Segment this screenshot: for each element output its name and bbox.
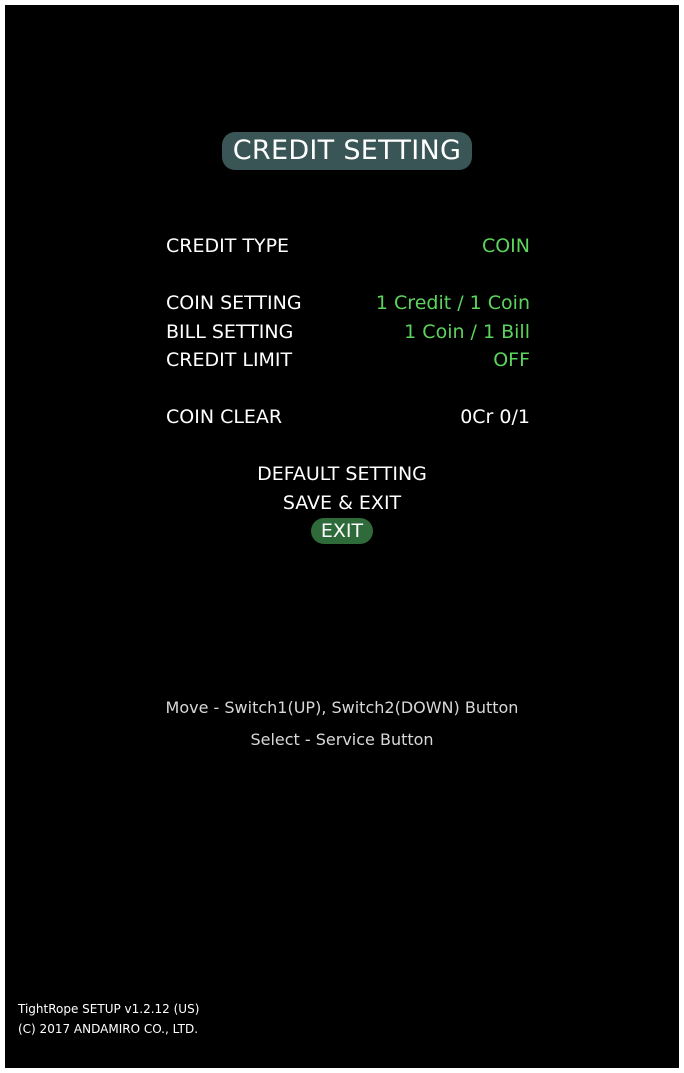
setting-row-bill-setting[interactable]: BILL SETTING 1 Coin / 1 Bill (166, 318, 530, 346)
save-exit-button[interactable]: SAVE & EXIT (5, 489, 679, 517)
setting-row-coin-setting[interactable]: COIN SETTING 1 Credit / 1 Coin (166, 289, 530, 317)
setting-value: 0Cr 0/1 (460, 406, 530, 428)
help-select-text: Select - Service Button (250, 730, 434, 749)
setting-row-coin-clear[interactable]: COIN CLEAR 0Cr 0/1 (166, 403, 530, 431)
help-move-text: Move - Switch1(UP), Switch2(DOWN) Button (165, 698, 519, 717)
setting-label: COIN CLEAR (166, 406, 283, 428)
setting-label: BILL SETTING (166, 321, 294, 343)
exit-button[interactable]: EXIT (310, 518, 374, 544)
default-setting-button[interactable]: DEFAULT SETTING (5, 460, 679, 488)
setting-label: CREDIT LIMIT (166, 349, 293, 371)
version-text: TightRope SETUP v1.2.12 (US) (18, 1002, 200, 1016)
setting-row-credit-type[interactable]: CREDIT TYPE COIN (166, 232, 530, 260)
copyright-text: (C) 2017 ANDAMIRO CO., LTD. (18, 1022, 199, 1036)
page-title: CREDIT SETTING (222, 132, 472, 170)
setting-row-credit-limit[interactable]: CREDIT LIMIT OFF (166, 346, 530, 374)
setting-value: COIN (481, 235, 530, 257)
setting-value: 1 Coin / 1 Bill (404, 321, 530, 343)
setting-label: COIN SETTING (166, 292, 302, 314)
setting-value: OFF (493, 349, 530, 371)
setting-value: 1 Credit / 1 Coin (375, 292, 530, 314)
exit-button-row: EXIT (5, 518, 679, 544)
setup-screen: CREDIT SETTING CREDIT TYPE COIN COIN SET… (5, 5, 679, 1068)
setting-label: CREDIT TYPE (166, 235, 290, 257)
